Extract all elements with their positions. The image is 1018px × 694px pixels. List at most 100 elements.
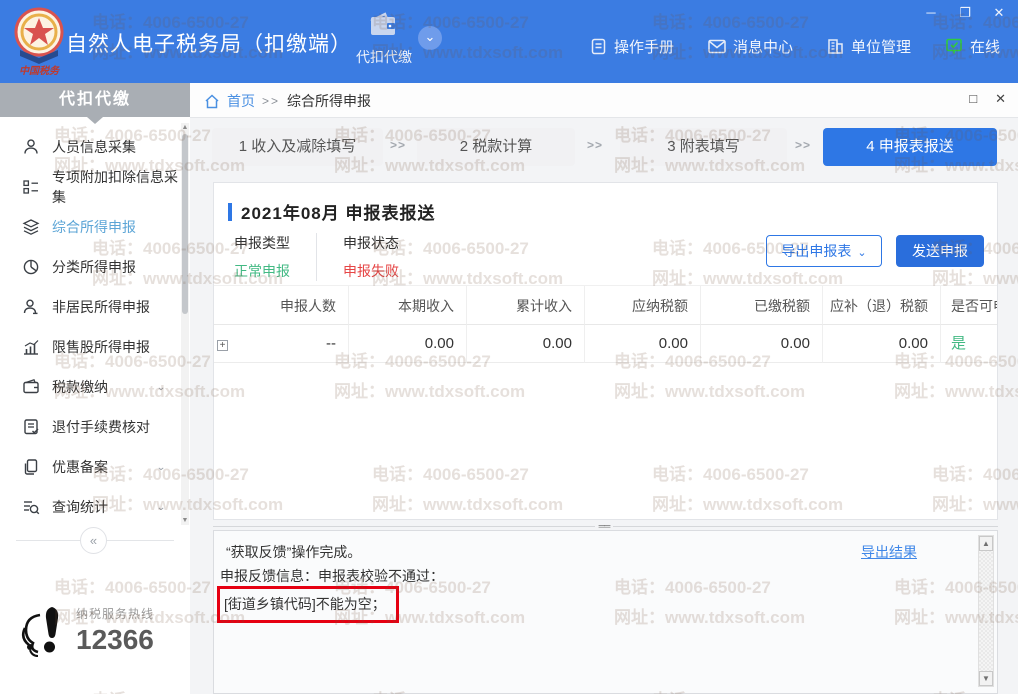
step-separator: >> — [795, 138, 811, 152]
declaration-table: 申报人数 本期收入 累计收入 应纳税额 已缴税额 应补（退）税额 是否可申报 +… — [214, 285, 997, 363]
cell-tax-paid: 0.00 — [701, 325, 823, 363]
col-current-income: 本期收入 — [349, 285, 467, 325]
feedback-line-2: 申报反馈信息：申报表校验不通过： — [220, 566, 444, 586]
sidebar-item-nonresident-income[interactable]: 非居民所得申报 — [0, 287, 180, 327]
scroll-up-icon[interactable]: ▲ — [979, 536, 993, 551]
sidebar-item-classified-income[interactable]: 分类所得申报 — [0, 247, 180, 287]
bar-chart-icon — [22, 338, 40, 356]
col-tax-supplement-refund: 应补（退）税额 — [823, 285, 941, 325]
sidebar-item-fee-refund-check[interactable]: 退付手续费核对 — [0, 407, 180, 447]
module-tab-label: 代扣代缴 — [352, 47, 416, 67]
panel-close-button[interactable]: ✕ — [995, 91, 1006, 107]
feedback-scrollbar[interactable]: ▲ ▼ — [978, 535, 994, 687]
sidebar-item-tax-payment[interactable]: 税款缴纳 ⌄ — [0, 367, 180, 407]
menu-messages-label: 消息中心 — [733, 36, 793, 57]
scroll-down-icon[interactable]: ▼ — [979, 671, 993, 686]
step-wizard: 1 收入及减除填写 >> 2 税款计算 >> 3 附表填写 >> 4 申报表报送 — [190, 128, 1018, 166]
main-area: 首页 >> 综合所得申报 □ ✕ 1 收入及减除填写 >> 2 税款计算 >> … — [190, 83, 1018, 694]
sidebar-item-restricted-shares[interactable]: 限售股所得申报 — [0, 327, 180, 367]
declare-status-block: 申报状态 申报失败 — [316, 233, 425, 281]
building-icon — [827, 38, 844, 55]
col-accumulated-income: 累计收入 — [467, 285, 585, 325]
scroll-down-icon[interactable]: ▼ — [181, 516, 189, 525]
cell-tax-payable: 0.00 — [585, 325, 701, 363]
breadcrumb-current: 综合所得申报 — [287, 91, 371, 111]
sidebar-item-query-statistics[interactable]: 查询统计 ⌄ — [0, 487, 180, 527]
sidebar-item-label: 税款缴纳 — [52, 377, 108, 397]
col-declare-count: 申报人数 — [232, 285, 349, 325]
wallet-icon — [369, 12, 399, 38]
collapse-sidebar-button[interactable]: « — [80, 527, 107, 554]
period-title-row: 2021年08月 申报表报送 — [228, 199, 435, 224]
sidebar-item-label: 专项附加扣除信息采集 — [52, 167, 180, 207]
scrollbar-thumb[interactable] — [182, 134, 188, 314]
splitter-grip-icon[interactable]: ══ — [595, 523, 613, 530]
breadcrumb-home[interactable]: 首页 — [227, 91, 255, 111]
accent-bar — [228, 203, 232, 221]
action-buttons: 导出申报表⌄ 发送申报 — [766, 235, 984, 267]
sidebar-item-special-deduction[interactable]: 专项附加扣除信息采集 — [0, 167, 180, 207]
sidebar-item-personnel-info[interactable]: 人员信息采集 — [0, 127, 180, 167]
hotline-headset-icon — [18, 603, 70, 663]
panel-maximize-button[interactable]: □ — [969, 91, 977, 107]
sidebar-item-label: 查询统计 — [52, 497, 108, 517]
window-controls: ─ ❐ ✕ — [922, 4, 1008, 22]
tab-daikou-daijiao[interactable]: 代扣代缴 — [352, 12, 416, 74]
sidebar-item-preferential-filing[interactable]: 优惠备案 ⌄ — [0, 447, 180, 487]
layers-icon — [22, 218, 40, 236]
inner-window-controls: □ ✕ — [969, 91, 1006, 107]
step-tab-4-submit[interactable]: 4 申报表报送 — [823, 128, 997, 166]
tax-bureau-logo: 中国税务 — [12, 6, 66, 78]
checklist-icon — [22, 178, 40, 196]
menu-unit-label: 单位管理 — [851, 36, 911, 57]
declare-type-value: 正常申报 — [234, 261, 290, 281]
send-declaration-button[interactable]: 发送申报 — [896, 235, 984, 267]
top-header-bar: 中国税务 自然人电子税务局（扣缴端） 代扣代缴 ⌄ 操作手册 — [0, 0, 1018, 83]
sidebar-item-label: 优惠备案 — [52, 457, 108, 477]
menu-online-status[interactable]: 在线 — [945, 36, 1000, 57]
step-tab-2-tax-calc[interactable]: 2 税款计算 — [417, 128, 575, 166]
feedback-line-1: “获取反馈”操作完成。 — [226, 542, 361, 562]
menu-unit-management[interactable]: 单位管理 — [827, 36, 911, 57]
pane-splitter[interactable]: ══ — [213, 523, 998, 530]
sidebar-item-label: 非居民所得申报 — [52, 297, 150, 317]
menu-manual-label: 操作手册 — [614, 36, 674, 57]
app-window: 中国税务 自然人电子税务局（扣缴端） 代扣代缴 ⌄ 操作手册 — [0, 0, 1018, 694]
declare-status-value: 申报失败 — [343, 261, 399, 281]
module-chevron-down-icon[interactable]: ⌄ — [418, 26, 442, 50]
hotline-number: 12366 — [76, 624, 154, 656]
cell-accumulated-income: 0.00 — [467, 325, 585, 363]
declare-type-label: 申报类型 — [234, 233, 290, 253]
sidebar-item-comprehensive-income[interactable]: 综合所得申报 — [0, 207, 180, 247]
menu-messages[interactable]: 消息中心 — [708, 36, 793, 57]
step-tab-3-attachments[interactable]: 3 附表填写 — [620, 128, 787, 166]
sidebar-menu: 人员信息采集 专项附加扣除信息采集 综合所得申报 — [0, 127, 180, 527]
sidebar-item-label: 分类所得申报 — [52, 257, 136, 277]
home-icon[interactable] — [204, 94, 220, 109]
declare-status-label: 申报状态 — [343, 233, 399, 253]
export-results-link[interactable]: 导出结果 — [861, 542, 917, 562]
chevron-down-icon: ⌄ — [156, 381, 166, 392]
scroll-up-icon[interactable]: ▲ — [181, 123, 189, 132]
expand-row-icon[interactable]: + — [217, 340, 228, 351]
sidebar-item-label: 人员信息采集 — [52, 137, 136, 157]
hotline-label: 纳税服务热线 — [76, 605, 154, 622]
declaration-meta: 申报类型 正常申报 申报状态 申报失败 — [234, 233, 425, 281]
step-tab-1-income[interactable]: 1 收入及减除填写 — [212, 128, 383, 166]
restore-button[interactable]: ❐ — [956, 4, 974, 22]
pie-chart-icon — [22, 258, 40, 276]
step-separator: >> — [390, 138, 406, 152]
sidebar-item-label: 退付手续费核对 — [52, 417, 150, 437]
feedback-panel: “获取反馈”操作完成。 申报反馈信息：申报表校验不通过： [街道乡镇代码]不能为… — [213, 530, 998, 694]
col-tax-paid: 已缴税额 — [701, 285, 823, 325]
person-badge-icon — [22, 298, 40, 316]
export-declaration-button[interactable]: 导出申报表⌄ — [766, 235, 882, 267]
breadcrumb: 首页 >> 综合所得申报 — [204, 91, 371, 111]
menu-manual[interactable]: 操作手册 — [590, 36, 674, 57]
minimize-button[interactable]: ─ — [922, 4, 940, 22]
sidebar-scrollbar[interactable]: ▲ ▼ — [181, 123, 189, 525]
close-button[interactable]: ✕ — [990, 4, 1008, 22]
cell-declare-count: -- — [232, 325, 349, 363]
wallet-icon — [22, 378, 40, 396]
period-title: 2021年08月 申报表报送 — [241, 199, 435, 224]
